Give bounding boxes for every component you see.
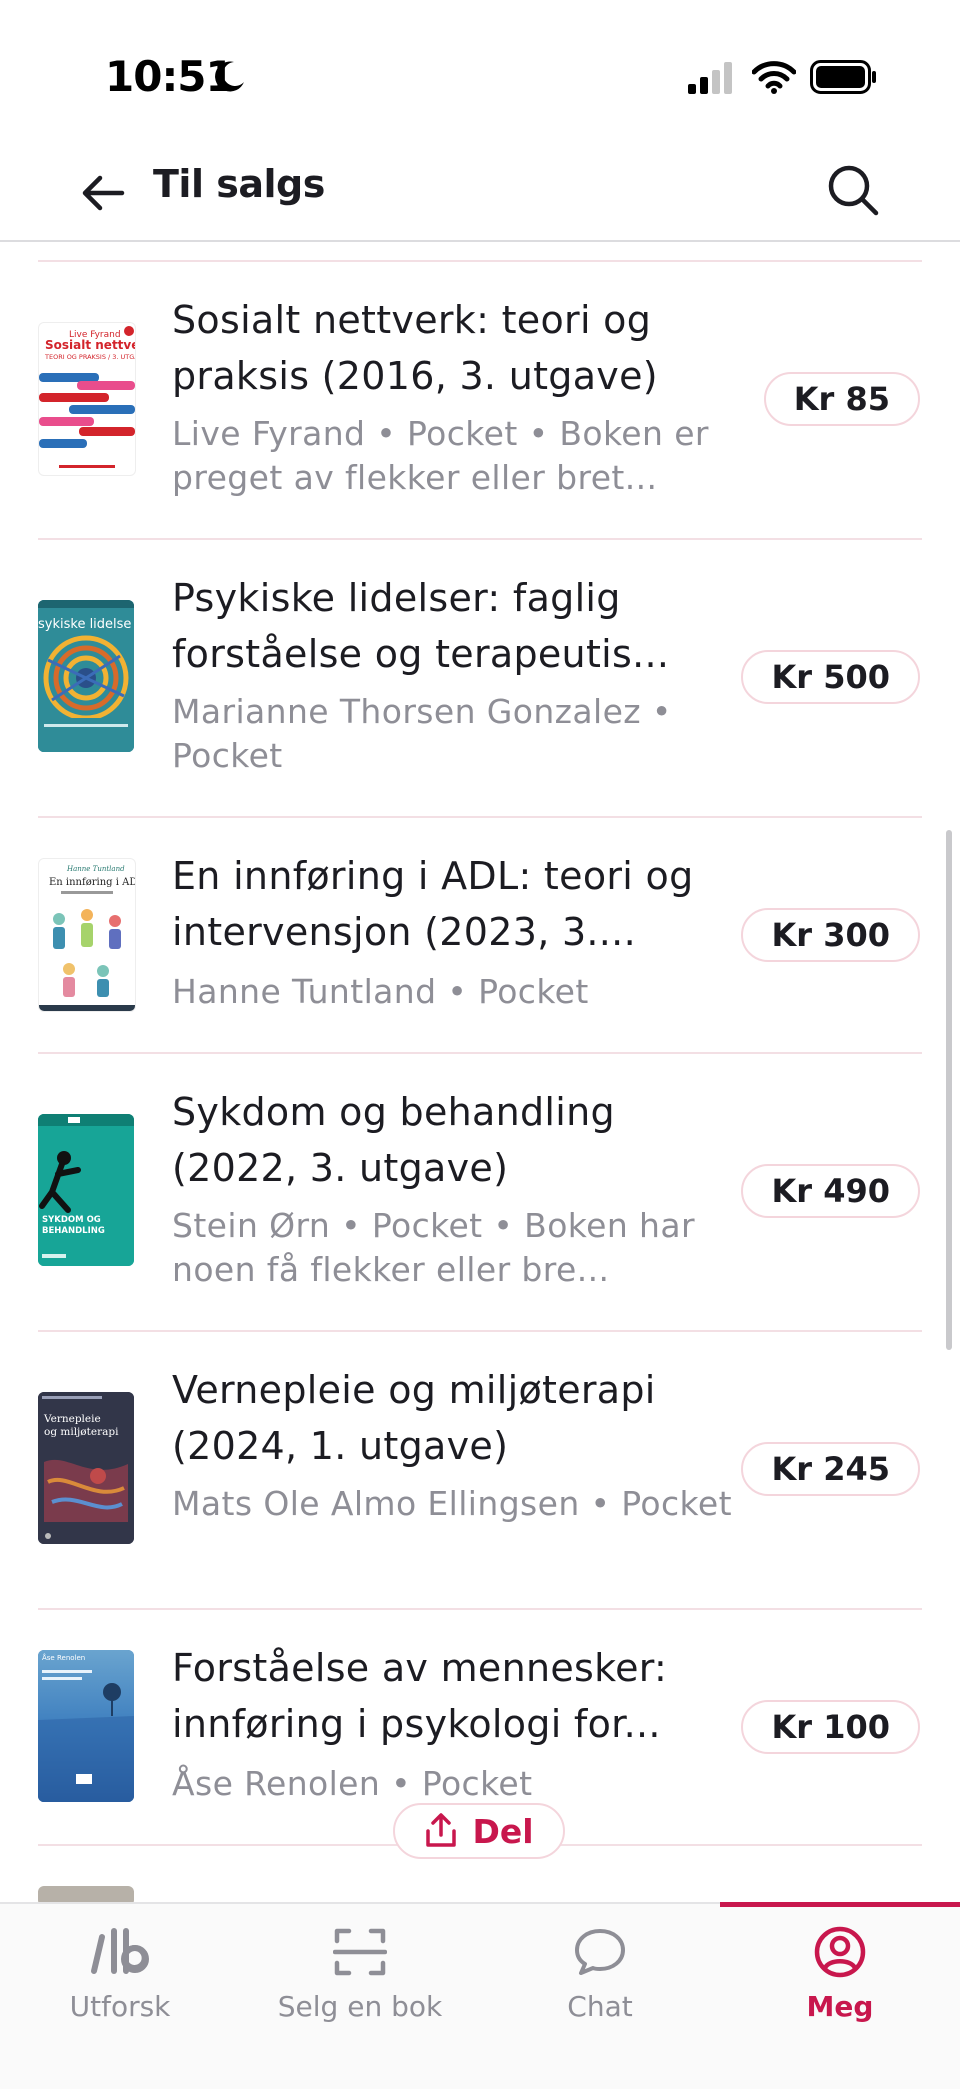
- share-button[interactable]: Del: [393, 1803, 565, 1859]
- scrollbar[interactable]: [946, 830, 952, 1350]
- svg-text:Hanne Tuntland: Hanne Tuntland: [66, 865, 125, 873]
- listing-title: Vernepleie og miljøterapi (2024, 1. utga…: [172, 1368, 656, 1468]
- svg-text:SYKDOM OG: SYKDOM OG: [42, 1215, 101, 1225]
- listing-title: Sosialt nettverk: teori og praksis (2016…: [172, 298, 658, 398]
- tab-label: Utforsk: [69, 1990, 171, 2023]
- price-badge[interactable]: Kr 245: [741, 1442, 920, 1496]
- app-header: Til salgs: [0, 140, 960, 242]
- svg-text:BEHANDLING: BEHANDLING: [42, 1226, 105, 1236]
- book-cover: Åse Renolen: [38, 1650, 134, 1802]
- back-button[interactable]: [78, 168, 128, 218]
- profile-icon: [814, 1926, 866, 1978]
- moon-icon: [215, 61, 244, 92]
- tab-label: Selg en bok: [277, 1990, 443, 2023]
- listing-meta: Mats Ole Almo Ellingsen • Pocket: [172, 1484, 732, 1523]
- price-badge[interactable]: Kr 500: [741, 650, 920, 704]
- search-button[interactable]: [825, 162, 881, 218]
- listing-meta: Åse Renolen • Pocket: [172, 1764, 533, 1803]
- listing-meta: Live Fyrand • Pocket • Boken er preget a…: [172, 414, 709, 497]
- tab-chat[interactable]: Chat: [480, 1904, 720, 2044]
- tab-meg[interactable]: Meg: [720, 1904, 960, 2044]
- book-cover: SYKDOM OG BEHANDLING: [38, 1114, 134, 1266]
- price-badge[interactable]: Kr 100: [741, 1700, 920, 1754]
- wifi-icon: [752, 61, 796, 94]
- tab-label: Chat: [567, 1990, 633, 2023]
- listing-item[interactable]: SYKDOM OG BEHANDLING Sykdom og behandlin…: [0, 1054, 960, 1330]
- scan-icon: [333, 1928, 387, 1976]
- listing-title: Sykdom og behandling (2022, 3. utgave): [172, 1090, 615, 1190]
- tab-bar: Utforsk Selg en bok Chat Meg: [0, 1902, 960, 2089]
- price-badge[interactable]: Kr 85: [763, 372, 920, 426]
- tab-label: Meg: [806, 1990, 874, 2023]
- listing-item[interactable]: Hanne Tuntland En innføring i ADL En inn…: [0, 818, 960, 1052]
- lb-logo-icon: [91, 1928, 149, 1974]
- price-badge[interactable]: Kr 300: [741, 908, 920, 962]
- tab-utforsk[interactable]: Utforsk: [0, 1904, 240, 2044]
- cellular-signal-icon: [688, 62, 732, 94]
- tab-selg-en-bok[interactable]: Selg en bok: [240, 1904, 480, 2044]
- svg-text:TEORI OG PRAKSIS / 3. UTGAVE: TEORI OG PRAKSIS / 3. UTGAVE: [44, 353, 135, 361]
- price-badge[interactable]: Kr 490: [741, 1164, 920, 1218]
- listing-item[interactable]: Vernepleie og miljøterapi Vernepleie og …: [0, 1332, 960, 1608]
- book-cover: [38, 1886, 134, 1902]
- book-cover: Hanne Tuntland En innføring i ADL: [38, 858, 136, 1012]
- battery-icon: [810, 60, 876, 94]
- status-bar: 10:51: [0, 0, 960, 140]
- svg-text:sykiske lidelse: sykiske lidelse: [38, 617, 131, 632]
- svg-text:og miljøterapi: og miljøterapi: [44, 1426, 119, 1438]
- listing-item[interactable]: sykiske lidelse Psykiske lidelser: fagli…: [0, 540, 960, 816]
- listing-meta: Hanne Tuntland • Pocket: [172, 972, 589, 1011]
- listing-title: Psykiske lidelser: faglig forståelse og …: [172, 576, 670, 676]
- share-label: Del: [472, 1811, 534, 1851]
- listing-title: Forståelse av mennesker: innføring i psy…: [172, 1646, 668, 1746]
- chat-bubble-icon: [575, 1929, 625, 1975]
- svg-text:En innføring i ADL: En innføring i ADL: [49, 877, 135, 888]
- share-icon: [426, 1813, 457, 1847]
- book-cover: Vernepleie og miljøterapi: [38, 1392, 134, 1544]
- search-icon: [828, 165, 879, 216]
- page-title: Til salgs: [153, 162, 325, 206]
- listing-meta: Marianne Thorsen Gonzalez • Pocket: [172, 692, 672, 775]
- listing-item[interactable]: Live Fyrand Sosialt nettverk TEORI OG PR…: [0, 262, 960, 538]
- book-cover: sykiske lidelse: [38, 600, 134, 752]
- book-cover: Live Fyrand Sosialt nettverk TEORI OG PR…: [38, 322, 136, 476]
- svg-text:Vernepleie: Vernepleie: [43, 1413, 101, 1425]
- svg-text:Åse Renolen: Åse Renolen: [42, 1653, 85, 1662]
- listing-title: En innføring i ADL: teori og intervensjo…: [172, 854, 694, 954]
- listing-meta: Stein Ørn • Pocket • Boken har noen få f…: [172, 1206, 695, 1289]
- listing-list[interactable]: Live Fyrand Sosialt nettverk TEORI OG PR…: [0, 242, 960, 1902]
- arrow-left-icon: [82, 175, 125, 211]
- svg-text:Sosialt nettverk: Sosialt nettverk: [45, 338, 135, 352]
